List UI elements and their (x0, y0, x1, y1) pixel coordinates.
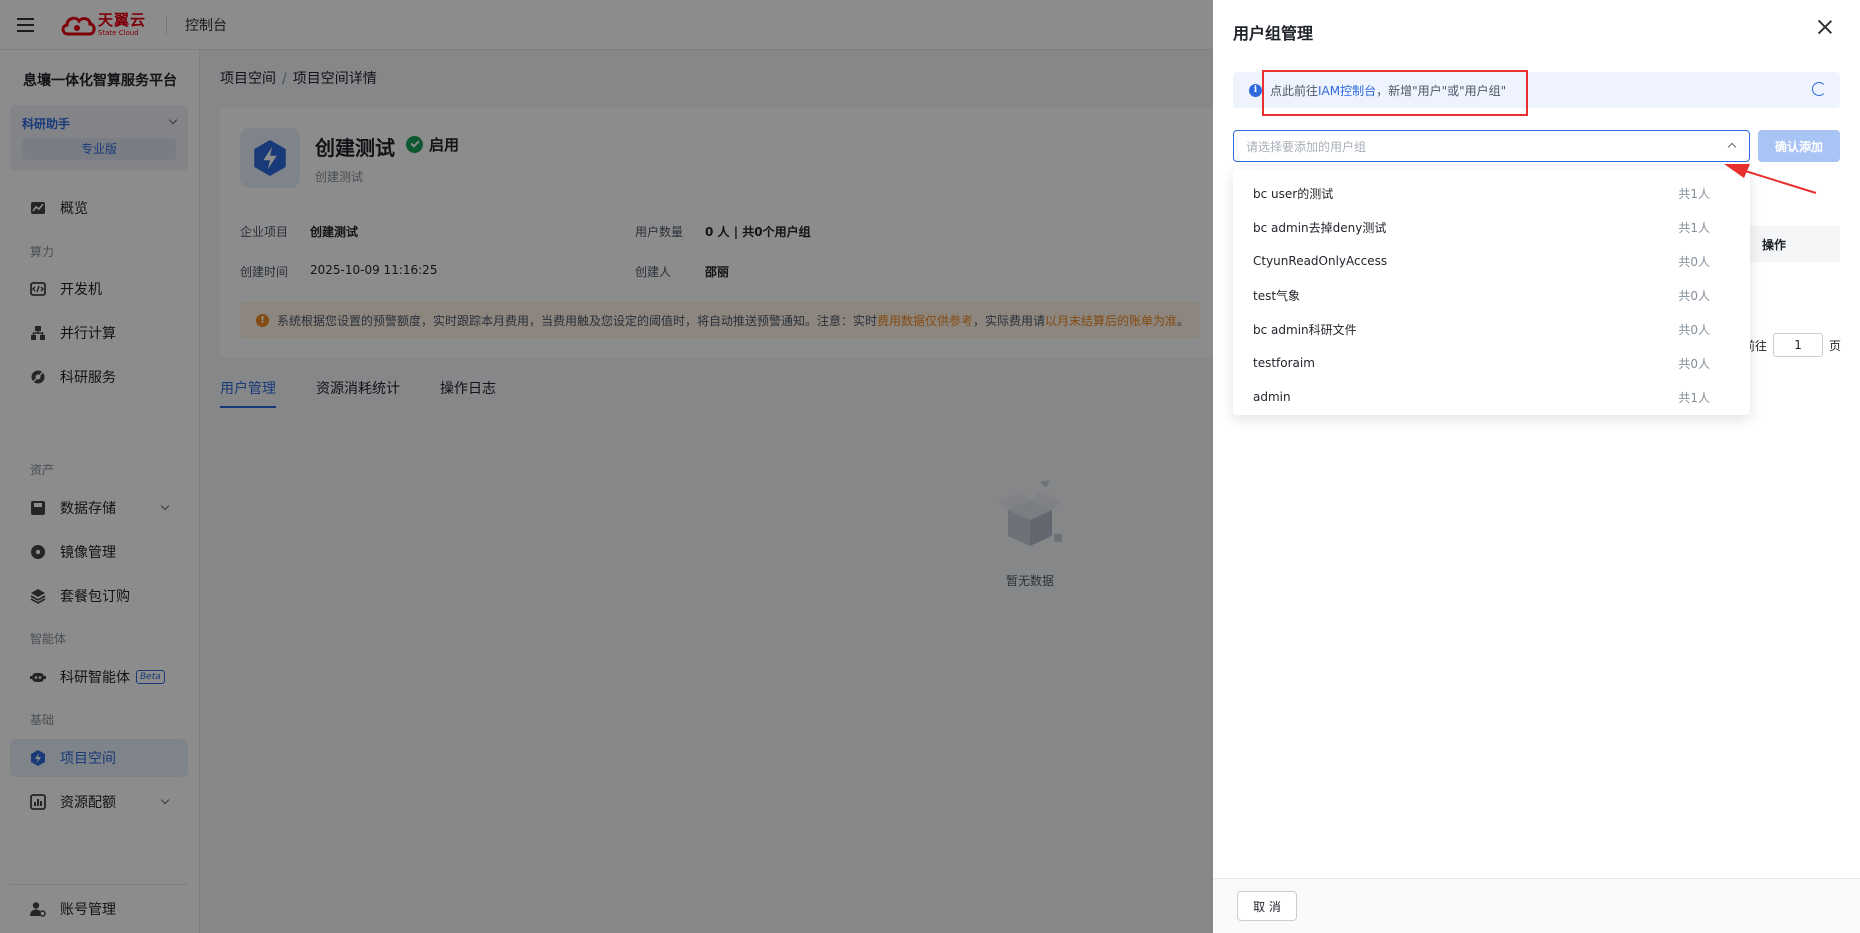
page-number-input[interactable]: 1 (1773, 333, 1824, 357)
option-count: 共0人 (1678, 356, 1710, 371)
chevron-up-icon (1727, 142, 1737, 152)
close-icon[interactable] (1816, 18, 1834, 36)
select-placeholder: 请选择要添加的用户组 (1246, 139, 1367, 154)
dropdown-option[interactable]: test气象 共0人 (1233, 278, 1750, 312)
option-count: 共1人 (1678, 390, 1710, 405)
option-name: bc user的测试 (1253, 186, 1334, 201)
option-count: 共0人 (1678, 322, 1710, 337)
column-header-operation: 操作 (1762, 238, 1787, 252)
drawer-title: 用户组管理 (1233, 24, 1314, 43)
confirm-add-button[interactable]: 确认添加 (1758, 130, 1840, 162)
option-name: CtyunReadOnlyAccess (1253, 254, 1388, 268)
option-name: bc admin科研文件 (1253, 322, 1357, 337)
dropdown-option[interactable]: testforaim 共0人 (1233, 346, 1750, 380)
dropdown-option[interactable]: admin 共1人 (1233, 380, 1750, 414)
option-name: testforaim (1253, 356, 1315, 370)
option-name: bc admin去掉deny测试 (1253, 220, 1387, 235)
option-count: 共0人 (1678, 288, 1710, 303)
dropdown-option[interactable]: bc admin去掉deny测试 共1人 (1233, 210, 1750, 244)
pagination-goto: 前往 1 页 (1743, 333, 1841, 357)
refresh-icon[interactable] (1812, 82, 1826, 96)
option-count: 共1人 (1678, 220, 1710, 235)
option-name: test气象 (1253, 288, 1301, 303)
info-icon: i (1249, 83, 1262, 97)
option-count: 共0人 (1678, 254, 1710, 269)
user-group-dropdown: bc user的测试 共1人 bc admin去掉deny测试 共1人 CtyunR… (1233, 170, 1750, 415)
option-name: admin (1253, 390, 1291, 404)
dropdown-option[interactable]: CtyunReadOnlyAccess 共0人 (1233, 244, 1750, 278)
drawer-footer: 取 消 (1213, 878, 1860, 933)
option-count: 共1人 (1678, 186, 1710, 201)
annotation-arrow-icon (1724, 164, 1817, 194)
user-group-drawer: 用户组管理 i 点此前往 IAM控制台 ，新增"用户"或"用户组" 请选择要添加的… (1213, 0, 1860, 933)
annotation-highlight-box (1262, 70, 1528, 116)
dropdown-option[interactable]: bc admin科研文件 共0人 (1233, 312, 1750, 346)
user-group-select[interactable]: 请选择要添加的用户组 (1233, 130, 1750, 162)
cancel-button[interactable]: 取 消 (1237, 891, 1297, 921)
dropdown-option[interactable]: bc user的测试 共1人 (1233, 176, 1750, 210)
pager-unit-label: 页 (1829, 338, 1842, 353)
